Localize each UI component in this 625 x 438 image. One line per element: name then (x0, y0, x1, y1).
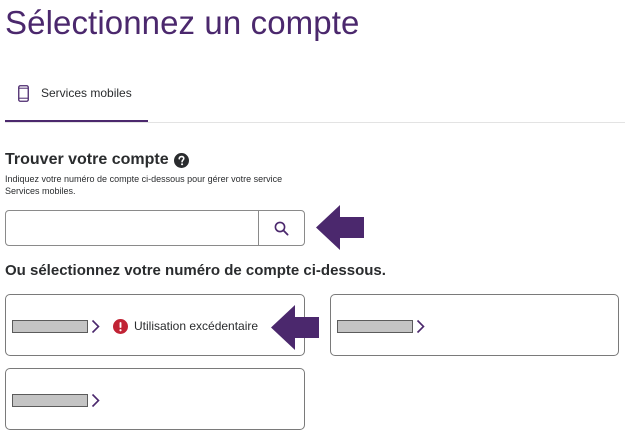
select-account-heading: Ou sélectionnez votre numéro de compte c… (5, 262, 386, 279)
search-button[interactable] (258, 211, 304, 245)
tab-label: Services mobiles (41, 86, 132, 100)
find-account-heading: Trouver votre compte (5, 151, 189, 169)
usage-alert-text: Utilisation excédentaire (134, 319, 259, 333)
account-card[interactable] (5, 368, 305, 430)
page-title: Sélectionnez un compte (5, 4, 360, 41)
tab-services-mobiles[interactable]: Services mobiles (5, 76, 148, 123)
account-search-box (5, 210, 305, 246)
account-card[interactable] (330, 294, 619, 356)
redacted-account-number (12, 320, 88, 333)
find-account-heading-text: Trouver votre compte (5, 151, 169, 168)
tabs-divider (5, 122, 625, 123)
chevron-right-icon (91, 319, 100, 334)
error-icon (113, 319, 128, 334)
annotation-arrow-left-icon (316, 205, 364, 250)
help-circle-icon[interactable] (173, 152, 189, 168)
chevron-right-icon (91, 393, 100, 408)
redacted-account-number (12, 394, 88, 407)
account-card[interactable]: Utilisation excédentaire (5, 294, 305, 356)
chevron-right-icon (416, 319, 425, 334)
account-number-input[interactable] (6, 211, 260, 245)
find-account-help-text: Indiquez votre numéro de compte ci-desso… (5, 174, 283, 196)
search-icon (274, 221, 289, 236)
annotation-arrow-left-icon (271, 305, 319, 350)
redacted-account-number (337, 320, 413, 333)
mobile-phone-icon (18, 85, 29, 102)
